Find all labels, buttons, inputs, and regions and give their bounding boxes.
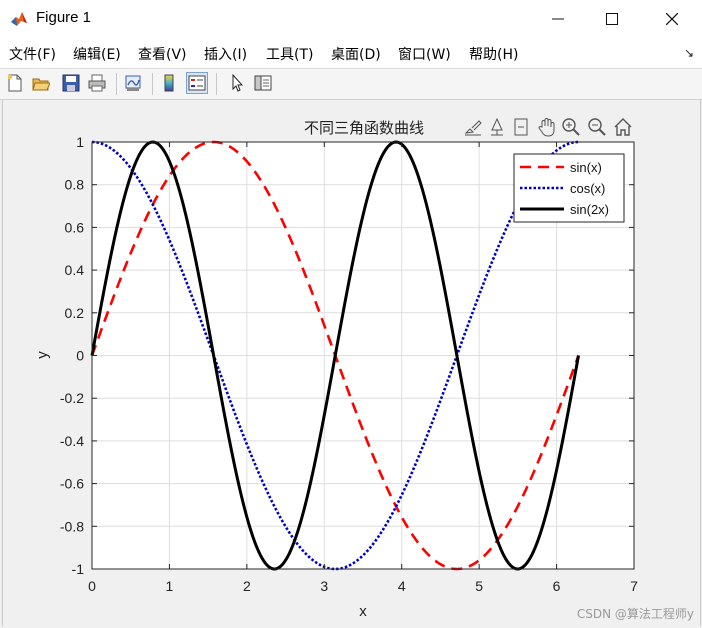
legend-button[interactable] (186, 72, 208, 94)
menu-help[interactable]: 帮助(H) (469, 44, 518, 64)
y-tick-label: -0.4 (60, 433, 84, 449)
close-button[interactable] (646, 0, 698, 38)
menu-file[interactable]: 文件(F) (9, 44, 56, 64)
save-icon (62, 74, 80, 92)
property-inspector-icon (254, 75, 272, 91)
pan-button[interactable] (536, 116, 558, 138)
property-inspector-button[interactable] (252, 72, 274, 94)
home-icon (614, 118, 632, 136)
edit-plot-icon (232, 74, 244, 92)
zoom-out-button[interactable] (586, 116, 608, 138)
x-axis-label: x (359, 603, 367, 620)
watermark-text: CSDN @算法工程师y (576, 607, 694, 621)
menu-view[interactable]: 查看(V) (138, 44, 187, 64)
x-tick-label: 6 (553, 578, 561, 594)
pan-icon (538, 117, 555, 137)
zoom-in-icon (562, 118, 580, 136)
axes-toolbar (460, 116, 636, 140)
legend-label: sin(x) (570, 160, 602, 175)
toolbar-separator (152, 73, 153, 95)
menu-dock-icon[interactable]: ↘ (684, 46, 694, 60)
link-plot-button[interactable] (122, 72, 144, 94)
y-tick-label: -1 (72, 561, 85, 577)
y-tick-label: 0.2 (65, 305, 85, 321)
window-titlebar: Figure 1 (0, 0, 702, 39)
legend-icon (188, 75, 206, 91)
y-tick-label: 1 (76, 134, 84, 150)
print-icon (88, 74, 106, 92)
x-tick-label: 3 (320, 578, 328, 594)
y-tick-label: 0.8 (65, 177, 85, 193)
link-plot-icon (125, 75, 141, 91)
menu-insert[interactable]: 插入(I) (204, 44, 247, 64)
x-tick-label: 4 (398, 578, 406, 594)
toolbar-separator (116, 73, 117, 95)
open-file-button[interactable] (30, 72, 52, 94)
colorbar-icon (164, 74, 174, 92)
y-tick-label: 0.4 (65, 262, 85, 278)
zoom-out-icon (588, 118, 606, 136)
y-tick-label: 0.6 (65, 219, 85, 235)
maximize-button[interactable] (586, 0, 638, 38)
data-tips-icon (491, 118, 503, 136)
data-tips-button[interactable] (486, 116, 508, 138)
figure-toolbar (0, 69, 702, 100)
y-tick-label: -0.6 (60, 476, 84, 492)
x-tick-label: 1 (166, 578, 174, 594)
colorbar-button[interactable] (158, 72, 180, 94)
y-tick-label: -0.8 (60, 518, 84, 534)
close-icon (666, 13, 678, 25)
legend-label: cos(x) (570, 181, 605, 196)
y-axis-label: y (34, 351, 51, 359)
menu-edit[interactable]: 编辑(E) (73, 44, 121, 64)
x-tick-label: 0 (88, 578, 96, 594)
menu-tools[interactable]: 工具(T) (266, 44, 313, 64)
open-file-icon (32, 78, 50, 91)
edit-plot-button[interactable] (226, 72, 248, 94)
menu-window[interactable]: 窗口(W) (398, 44, 451, 64)
print-button[interactable] (86, 72, 108, 94)
menu-bar: 文件(F) 编辑(E) 查看(V) 插入(I) 工具(T) 桌面(D) 窗口(W… (0, 38, 702, 69)
chart-title: 不同三角函数曲线 (304, 119, 424, 137)
menu-desktop[interactable]: 桌面(D) (331, 44, 381, 64)
rotate-button[interactable] (510, 116, 532, 138)
x-tick-label: 7 (630, 578, 638, 594)
plot-canvas[interactable]: 0 1 2 3 4 5 6 7 -1 -0.8 -0.6 -0.4 -0.2 0 0.2 0.4 0.6 0.8 1… (0, 100, 702, 628)
minimize-icon (552, 18, 564, 20)
matlab-logo-icon (10, 10, 28, 28)
legend-label: sin(2x) (570, 202, 609, 217)
brush-button[interactable] (462, 116, 484, 138)
window-title: Figure 1 (36, 9, 92, 26)
brush-icon (464, 120, 482, 136)
legend[interactable]: sin(x) cos(x) sin(2x) (513, 153, 625, 223)
y-tick-label: 0 (76, 348, 84, 364)
x-tick-label: 2 (243, 578, 251, 594)
x-tick-label: 5 (475, 578, 483, 594)
zoom-in-button[interactable] (560, 116, 582, 138)
rotate-icon (514, 118, 528, 136)
toolbar-separator (216, 73, 217, 95)
new-figure-icon (7, 74, 22, 92)
save-button[interactable] (60, 72, 82, 94)
new-figure-button[interactable] (4, 72, 26, 94)
restore-view-button[interactable] (612, 116, 634, 138)
minimize-button[interactable] (532, 0, 584, 38)
y-tick-label: -0.2 (60, 390, 84, 406)
maximize-icon (606, 13, 618, 25)
